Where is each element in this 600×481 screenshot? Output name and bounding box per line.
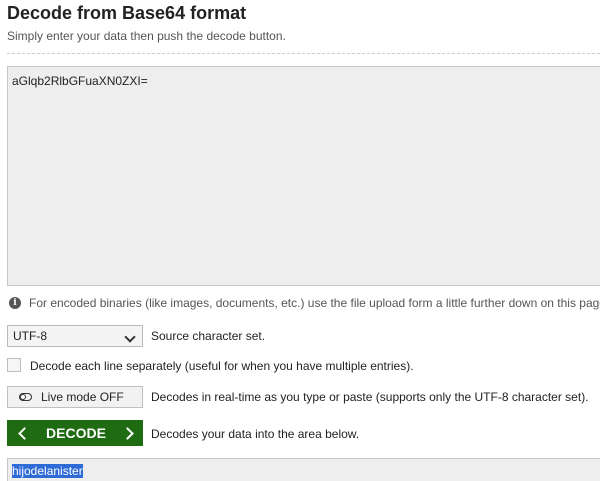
- info-icon: i: [9, 297, 21, 309]
- live-mode-description: Decodes in real-time as you type or past…: [151, 390, 589, 404]
- chevron-down-icon: [124, 331, 136, 343]
- input-value: aGlqb2RlbGFuaXN0ZXI=: [12, 74, 148, 88]
- page-subtitle: Simply enter your data then push the dec…: [7, 29, 286, 43]
- decode-button[interactable]: DECODE: [7, 420, 143, 446]
- decode-description: Decodes your data into the area below.: [151, 427, 360, 441]
- live-mode-button[interactable]: Live mode OFF: [7, 386, 143, 408]
- page-title: Decode from Base64 format: [7, 3, 247, 23]
- chevron-right-icon: [121, 426, 134, 440]
- line-mode-label[interactable]: Decode each line separately (useful for …: [30, 359, 414, 373]
- header-divider: [7, 53, 600, 54]
- charset-select[interactable]: UTF-8: [7, 325, 143, 347]
- decode-button-label: DECODE: [46, 425, 106, 441]
- info-text: For encoded binaries (like images, docum…: [29, 296, 600, 310]
- decode-page: Decode from Base64 format Simply enter y…: [0, 0, 600, 481]
- output-value: hijodelanister: [12, 464, 83, 478]
- live-mode-label: Live mode OFF: [41, 390, 124, 404]
- charset-label: Source character set.: [151, 329, 266, 343]
- decoded-output-textarea[interactable]: hijodelanister: [7, 458, 600, 481]
- toggle-icon: [19, 393, 32, 401]
- info-note: i For encoded binaries (like images, doc…: [9, 296, 600, 310]
- chevron-left-icon: [18, 426, 31, 440]
- charset-selected-value: UTF-8: [13, 329, 47, 343]
- line-mode-checkbox[interactable]: [7, 358, 21, 372]
- base64-input-textarea[interactable]: aGlqb2RlbGFuaXN0ZXI=: [7, 66, 600, 286]
